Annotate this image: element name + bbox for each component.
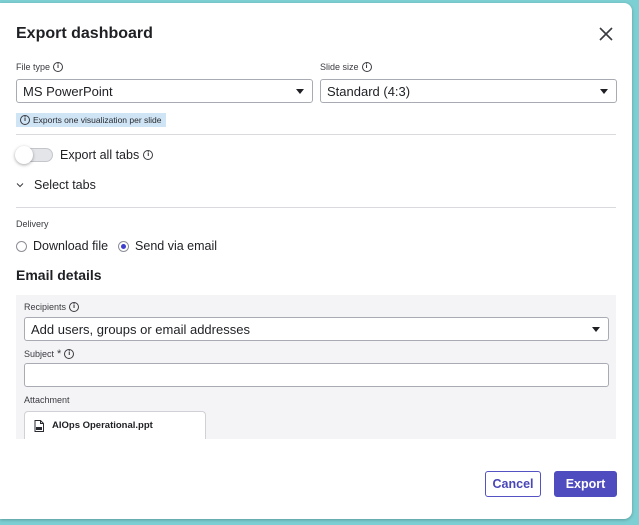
subject-label: Subject * i bbox=[24, 348, 75, 360]
send-via-email-label[interactable]: Send via email bbox=[135, 239, 217, 253]
info-icon[interactable]: i bbox=[64, 349, 75, 359]
file-type-label-text: File type bbox=[16, 62, 51, 72]
download-file-radio[interactable] bbox=[16, 240, 27, 252]
caret-down-icon bbox=[600, 89, 608, 94]
subject-input[interactable] bbox=[24, 363, 609, 387]
select-tabs-expander[interactable]: Select tabs bbox=[16, 178, 96, 192]
email-details-title: Email details bbox=[16, 267, 102, 283]
export-dashboard-dialog: Export dashboard File type i MS PowerPoi… bbox=[0, 3, 632, 519]
divider bbox=[16, 134, 616, 135]
toggle-knob bbox=[15, 146, 33, 164]
info-icon: i bbox=[20, 115, 30, 125]
file-type-info-note: i Exports one visualization per slide bbox=[16, 113, 166, 127]
export-all-tabs-label: Export all tabs i bbox=[60, 148, 154, 162]
file-icon bbox=[34, 419, 44, 432]
caret-down-icon bbox=[296, 89, 304, 94]
info-icon[interactable]: i bbox=[143, 150, 154, 160]
send-via-email-radio[interactable] bbox=[118, 240, 130, 252]
file-type-select[interactable]: MS PowerPoint bbox=[16, 79, 313, 103]
delivery-label: Delivery bbox=[16, 219, 49, 229]
recipients-select[interactable]: Add users, groups or email addresses bbox=[24, 317, 609, 341]
slide-size-label-text: Slide size bbox=[320, 62, 359, 72]
recipients-label: Recipients i bbox=[24, 302, 80, 312]
slide-size-select[interactable]: Standard (4:3) bbox=[320, 79, 617, 103]
delivery-options: Download file Send via email bbox=[16, 239, 217, 253]
required-asterisk: * bbox=[57, 348, 62, 360]
caret-down-icon bbox=[592, 327, 600, 332]
info-note-text: Exports one visualization per slide bbox=[33, 115, 162, 125]
info-icon[interactable]: i bbox=[69, 302, 80, 312]
dialog-title: Export dashboard bbox=[16, 25, 153, 42]
chevron-down-icon bbox=[16, 183, 24, 188]
attachment-file-name: AIOps Operational.ppt bbox=[52, 420, 153, 431]
recipients-placeholder: Add users, groups or email addresses bbox=[31, 321, 250, 337]
download-file-label[interactable]: Download file bbox=[33, 239, 108, 253]
export-button[interactable]: Export bbox=[554, 471, 617, 497]
attachment-file-card[interactable]: AIOps Operational.ppt bbox=[24, 411, 206, 439]
close-icon[interactable] bbox=[597, 25, 615, 43]
info-icon[interactable]: i bbox=[53, 62, 64, 72]
file-type-label: File type i bbox=[16, 62, 64, 72]
export-all-tabs-text: Export all tabs bbox=[60, 148, 140, 162]
slide-size-label: Slide size i bbox=[320, 62, 372, 72]
attachment-label: Attachment bbox=[24, 395, 70, 405]
file-type-value: MS PowerPoint bbox=[23, 83, 113, 99]
subject-label-text: Subject bbox=[24, 349, 55, 359]
select-tabs-label: Select tabs bbox=[34, 178, 96, 192]
slide-size-value: Standard (4:3) bbox=[327, 83, 411, 99]
info-icon[interactable]: i bbox=[361, 62, 372, 72]
export-all-tabs-toggle[interactable] bbox=[15, 146, 53, 164]
divider bbox=[16, 207, 616, 208]
recipients-label-text: Recipients bbox=[24, 302, 67, 312]
cancel-button[interactable]: Cancel bbox=[485, 471, 541, 497]
